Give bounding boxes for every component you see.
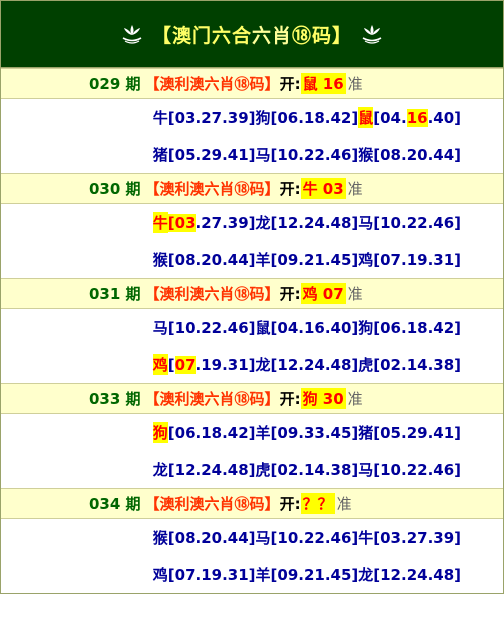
prediction-segment: 马[10.22.46]	[255, 146, 359, 164]
prediction-line: 鸡[07.19.31] 龙[12.24.48] 虎[02.14.38]	[1, 346, 503, 383]
prediction-segment: 羊[09.21.45]	[255, 251, 359, 269]
accuracy-label: 准	[336, 495, 352, 513]
prediction-segment: 狗[06.18.42]	[358, 319, 461, 337]
period-header: 034 期【澳利澳六肖⑱码】 开:？？准	[1, 488, 503, 519]
prediction-segment: 牛[03.27.39]	[358, 529, 461, 547]
result-value: 牛 03	[300, 178, 346, 199]
period-name: 【澳利澳六肖⑱码】	[144, 390, 280, 408]
period-name: 【澳利澳六肖⑱码】	[144, 180, 280, 198]
period-header: 033 期【澳利澳六肖⑱码】 开: 狗 30 准	[1, 383, 503, 414]
hit-highlight: 鼠	[358, 107, 374, 128]
prediction-segment: .40]	[427, 108, 461, 127]
result-value: 鼠 16	[300, 73, 346, 94]
prediction-line: 牛[03.27.39] 龙[12.24.48] 马[10.22.46]	[1, 204, 503, 241]
prediction-segment: 虎[02.14.38]	[358, 356, 461, 374]
accuracy-label: 准	[347, 390, 363, 408]
result-value: 狗 30	[300, 388, 346, 409]
prediction-segment: 龙[12.24.48]	[358, 566, 461, 584]
prediction-segment: [06.18.42]	[167, 423, 256, 442]
prediction-segment: 鼠[04.16.40]	[255, 319, 359, 337]
title-prefix: 【澳门六合	[151, 24, 252, 47]
result-label: 开:	[279, 180, 301, 198]
prediction-line: 牛[03.27.39] 狗[06.18.42] 鼠 [04. 16.40]	[1, 99, 503, 136]
period-name: 【澳利澳六肖⑱码】	[144, 285, 280, 303]
hit-highlight: [	[167, 213, 175, 232]
prediction-segment: 虎[02.14.38]	[255, 461, 359, 479]
prediction-segment: 马[10.22.46]	[152, 319, 256, 337]
accuracy-label: 准	[347, 75, 363, 93]
prediction-segment: 鸡[07.19.31]	[358, 251, 461, 269]
prediction-line: 龙[12.24.48] 虎[02.14.38] 马[10.22.46]	[1, 451, 503, 488]
prediction-segment: 马[10.22.46]	[255, 529, 359, 547]
period-name: 【澳利澳六肖⑱码】	[144, 75, 280, 93]
prediction-line: 狗 [06.18.42] 羊[09.33.45] 猪[05.29.41]	[1, 414, 503, 451]
period-header: 030 期【澳利澳六肖⑱码】 开: 牛 03 准	[1, 173, 503, 204]
prediction-line: 猪[05.29.41] 马[10.22.46] 猴[08.20.44]	[1, 136, 503, 173]
result-label: 开:	[279, 495, 301, 513]
result-label: 开:	[279, 390, 301, 408]
period-number: 031 期	[89, 285, 141, 303]
page-header: 【澳门六合六肖⑱码】	[1, 1, 503, 68]
result-label: 开:	[279, 75, 301, 93]
period-list: 029 期【澳利澳六肖⑱码】 开: 鼠 16 准牛[03.27.39] 狗[06.18.…	[1, 68, 503, 593]
prediction-segment: 猪[05.29.41]	[358, 424, 461, 442]
prediction-line: 猴[08.20.44] 马[10.22.46] 牛[03.27.39]	[1, 519, 503, 556]
period-header: 031 期【澳利澳六肖⑱码】 开: 鸡 07 准	[1, 278, 503, 309]
prediction-segment: 牛[03.27.39]	[152, 109, 256, 127]
hit-highlight: 牛	[152, 212, 168, 233]
page-title: 【澳门六合六肖⑱码】	[152, 21, 352, 48]
prediction-segment: 鸡[07.19.31]	[152, 566, 256, 584]
prediction-segment: 龙[12.24.48]	[152, 461, 256, 479]
title-suffix: ⑱码】	[292, 24, 353, 47]
prediction-segment: 猴[08.20.44]	[358, 146, 461, 164]
lotus-emblem-icon	[122, 25, 142, 44]
result-label: 开:	[279, 285, 301, 303]
period-number: 033 期	[89, 390, 141, 408]
prediction-segment: 龙[12.24.48]	[255, 356, 359, 374]
hit-highlight: 03	[174, 213, 196, 232]
prediction-segment: 马[10.22.46]	[358, 461, 461, 479]
prediction-segment: 猪[05.29.41]	[152, 146, 256, 164]
prediction-segment: 狗[06.18.42]	[255, 109, 359, 127]
period-number: 029 期	[89, 75, 141, 93]
prediction-segment: 马[10.22.46]	[358, 214, 461, 232]
prediction-segment: 龙[12.24.48]	[255, 214, 359, 232]
prediction-segment: [	[167, 355, 175, 374]
prediction-segment: .19.31]	[195, 355, 256, 374]
prediction-segment: 羊[09.21.45]	[255, 566, 359, 584]
hit-highlight: 鸡	[152, 354, 168, 375]
period-header: 029 期【澳利澳六肖⑱码】 开: 鼠 16 准	[1, 68, 503, 99]
prediction-segment: 羊[09.33.45]	[255, 424, 359, 442]
lotus-emblem-icon	[362, 25, 382, 44]
period-name: 【澳利澳六肖⑱码】	[144, 495, 280, 513]
result-value: 鸡 07	[300, 283, 346, 304]
hit-highlight: 狗	[152, 422, 168, 443]
hit-highlight: 07	[174, 355, 196, 374]
prediction-segment: [04.	[373, 108, 407, 127]
title-highlight: 六肖	[251, 24, 292, 47]
prediction-segment: .27.39]	[195, 213, 256, 232]
accuracy-label: 准	[347, 285, 363, 303]
page-container: 【澳门六合六肖⑱码】 029 期【澳利澳六肖⑱码】 开: 鼠 16 准牛[03.27.…	[0, 0, 504, 594]
period-number: 030 期	[89, 180, 141, 198]
prediction-line: 鸡[07.19.31] 羊[09.21.45] 龙[12.24.48]	[1, 556, 503, 593]
prediction-line: 猴[08.20.44] 羊[09.21.45] 鸡[07.19.31]	[1, 241, 503, 278]
prediction-segment: 猴[08.20.44]	[152, 251, 256, 269]
period-number: 034 期	[89, 495, 141, 513]
hit-highlight: 16	[406, 108, 428, 127]
accuracy-label: 准	[347, 180, 363, 198]
result-value: ？？	[300, 493, 335, 514]
prediction-line: 马[10.22.46] 鼠[04.16.40] 狗[06.18.42]	[1, 309, 503, 346]
prediction-segment: 猴[08.20.44]	[152, 529, 256, 547]
